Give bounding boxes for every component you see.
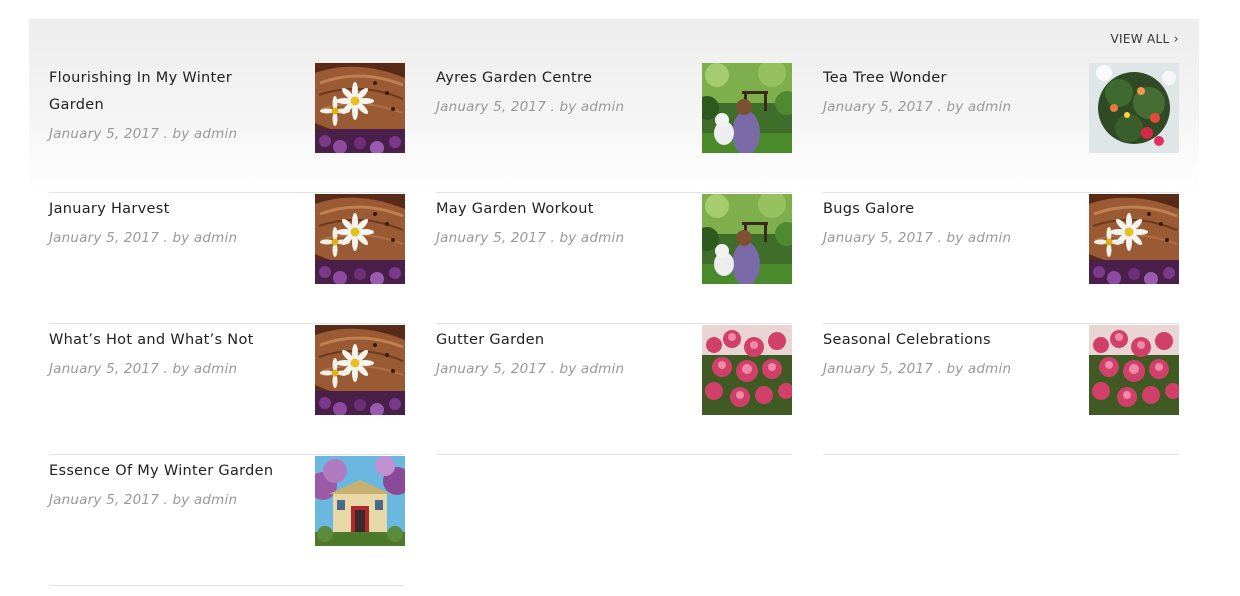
post-item: January Harvest January 5, 2017 . by adm… [49,194,405,324]
post-meta: January 5, 2017 . by admin [823,99,1012,115]
post-title[interactable]: Tea Tree Wonder [823,65,1063,92]
post-meta: January 5, 2017 . by admin [436,361,625,377]
post-meta: January 5, 2017 . by admin [823,361,1012,377]
post-thumbnail[interactable] [315,325,405,415]
post-thumbnail[interactable] [1089,194,1179,284]
post-thumbnail[interactable] [1089,325,1179,415]
post-item: Essence Of My Winter Garden January 5, 2… [49,456,405,586]
post-thumbnail[interactable] [315,194,405,284]
post-thumbnail[interactable] [1089,63,1179,153]
post-thumbnail[interactable] [702,194,792,284]
post-title[interactable]: May Garden Workout [436,196,676,223]
post-item: What’s Hot and What’s Not January 5, 201… [49,325,405,455]
post-title[interactable]: Flourishing In My Winter Garden [49,65,289,119]
post-item: Gutter Garden January 5, 2017 . by admin [436,325,792,455]
post-title[interactable]: Gutter Garden [436,327,676,354]
post-meta: January 5, 2017 . by admin [823,230,1012,246]
post-title[interactable]: Bugs Galore [823,196,1063,223]
post-item: Tea Tree Wonder January 5, 2017 . by adm… [823,63,1179,193]
post-title[interactable]: What’s Hot and What’s Not [49,327,289,354]
post-thumbnail[interactable] [315,456,405,546]
post-item: Bugs Galore January 5, 2017 . by admin [823,194,1179,324]
post-item: May Garden Workout January 5, 2017 . by … [436,194,792,324]
post-thumbnail[interactable] [702,63,792,153]
recent-posts-widget: VIEW ALL › Flourishing In My Winter Gard… [29,19,1199,589]
post-thumbnail[interactable] [315,63,405,153]
view-all-link[interactable]: VIEW ALL › [1111,32,1180,46]
post-thumbnail[interactable] [702,325,792,415]
post-title[interactable]: January Harvest [49,196,289,223]
post-meta: January 5, 2017 . by admin [436,230,625,246]
post-item: Seasonal Celebrations January 5, 2017 . … [823,325,1179,455]
post-meta: January 5, 2017 . by admin [49,126,238,142]
view-all-label: VIEW ALL [1110,32,1170,46]
post-title[interactable]: Ayres Garden Centre [436,65,676,92]
post-meta: January 5, 2017 . by admin [436,99,625,115]
post-meta: January 5, 2017 . by admin [49,230,238,246]
chevron-right-icon: › [1173,31,1179,47]
post-item: Flourishing In My Winter Garden January … [49,63,405,193]
post-title[interactable]: Essence Of My Winter Garden [49,458,289,485]
post-meta: January 5, 2017 . by admin [49,361,238,377]
post-title[interactable]: Seasonal Celebrations [823,327,1063,354]
post-meta: January 5, 2017 . by admin [49,492,238,508]
posts-grid: Flourishing In My Winter Garden January … [49,63,1179,587]
post-item: Ayres Garden Centre January 5, 2017 . by… [436,63,792,193]
